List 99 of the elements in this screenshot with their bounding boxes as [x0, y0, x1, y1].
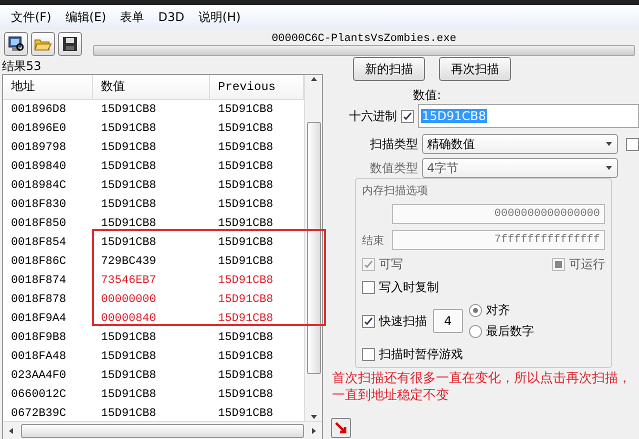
address-cell-text: 0018F878 [10, 292, 68, 308]
hex-label: 十六进制 [348, 108, 397, 124]
column-header[interactable]: 地址 [3, 75, 93, 99]
copy-on-write-checkbox[interactable] [362, 281, 375, 294]
horizontal-scrollbar[interactable] [3, 421, 322, 439]
value-type-label: 数值类型 [369, 160, 418, 176]
value-cell-text: 15D91CB8 [100, 349, 158, 365]
menu-item[interactable]: 说明(H) [191, 8, 248, 26]
address-cell-text: 0672B39C [10, 406, 68, 422]
previous-cell-text: 15D91CB8 [217, 178, 274, 194]
value-cell-text: 15D91CB8 [100, 216, 158, 232]
scan-button[interactable]: 再次扫描 [439, 57, 511, 81]
address-cell-text: 001896D8 [10, 102, 68, 118]
open-folder-icon[interactable] [31, 32, 55, 56]
radio-button[interactable] [469, 325, 482, 338]
up-arrow-icon[interactable] [310, 75, 318, 83]
address-cell-text: 0018F86C [10, 254, 68, 270]
address-cell-text: 023AA4F0 [10, 368, 68, 384]
checkbox[interactable] [626, 138, 639, 150]
previous-cell-text: 15D91CB8 [217, 406, 274, 422]
value-cell-text: 15D91CB8 [100, 330, 158, 346]
value-cell-text: 15D91CB8 [100, 140, 158, 156]
previous-cell-text: 15D91CB8 [217, 102, 274, 118]
previous-cell-text: 15D91CB8 [217, 273, 274, 289]
hex-checkbox[interactable] [401, 110, 414, 122]
down-arrow-icon[interactable] [605, 164, 613, 172]
previous-cell-text: 15D91CB8 [217, 368, 274, 384]
result-count: 结果53 [1, 59, 42, 73]
previous-cell-text: 15D91CB8 [217, 140, 274, 156]
start-field[interactable]: 0000000000000000 [392, 204, 605, 224]
annotation-note: 首次扫描还有很多一直在变化，所以点击再次扫描，一直到地址稳定不变 [332, 370, 632, 404]
menu-item[interactable]: 表单 [113, 8, 152, 26]
option-label: 写入时复制 [379, 279, 439, 296]
down-arrow-icon[interactable] [310, 413, 318, 421]
menu-item[interactable]: 文件(F) [4, 8, 58, 26]
value-cell-text: 15D91CB8 [100, 121, 158, 137]
value-cell-text: 73546EB7 [100, 273, 158, 289]
left-arrow-icon[interactable] [7, 426, 15, 434]
scan-button[interactable]: 新的扫描 [353, 57, 425, 81]
vertical-scrollbar[interactable] [304, 75, 322, 421]
previous-cell-text: 15D91CB8 [217, 216, 274, 232]
computer-icon[interactable] [4, 32, 28, 56]
address-cell-text: 0018FA48 [10, 349, 68, 365]
value-cell-text: 15D91CB8 [100, 102, 158, 118]
menu-item[interactable]: D3D [151, 10, 192, 24]
previous-cell-text: 15D91CB8 [217, 197, 274, 213]
fast-scan-checkbox[interactable] [362, 314, 375, 328]
address-cell-text: 0018F854 [10, 235, 68, 251]
scan-type-label: 扫描类型 [369, 136, 418, 152]
value-cell-text: 15D91CB8 [100, 387, 158, 403]
group-title: 内存扫描选项 [362, 183, 429, 198]
previous-cell-text: 15D91CB8 [217, 121, 274, 137]
value-label: 数值: [413, 87, 442, 104]
save-icon[interactable] [58, 32, 82, 56]
stop-field[interactable]: 7fffffffffffffff [392, 230, 605, 250]
option-label: 扫描时暂停游戏 [379, 346, 463, 363]
previous-cell-text: 15D91CB8 [217, 254, 274, 270]
previous-cell-text: 15D91CB8 [217, 349, 274, 365]
address-cell-text: 0018F850 [10, 216, 68, 232]
previous-cell-text: 15D91CB8 [217, 235, 274, 251]
value-cell-text: 15D91CB8 [100, 178, 158, 194]
menu-item[interactable]: 编辑(E) [58, 8, 114, 26]
address-cell-text: 0018F830 [10, 197, 68, 213]
fast-scan-field[interactable]: 4 [433, 309, 463, 333]
value-cell-text: 15D91CB8 [100, 235, 158, 251]
value-type-dropdown[interactable]: 4字节 [422, 158, 618, 178]
option-label: 可运行 [569, 256, 605, 273]
address-cell-text: 00189798 [10, 140, 68, 156]
option-label: 可写 [379, 256, 403, 273]
value-cell-text: 00000840 [100, 311, 158, 327]
previous-cell-text: 15D91CB8 [217, 330, 274, 346]
radio-button[interactable] [469, 304, 482, 317]
address-cell-text: 0018F9A4 [10, 311, 68, 327]
address-cell-text: 001896E0 [10, 121, 68, 137]
down-arrow-icon[interactable] [605, 140, 613, 148]
value-cell-text: 00000000 [100, 292, 158, 308]
stop-label: 结束 [362, 232, 385, 248]
value-cell-text: 15D91CB8 [100, 368, 158, 384]
value-cell-text: 15D91CB8 [100, 197, 158, 213]
previous-cell-text: 15D91CB8 [217, 159, 274, 175]
value-cell-text: 15D91CB8 [100, 406, 158, 422]
previous-cell-text: 15D91CB8 [217, 387, 274, 403]
address-cell-text: 0018F874 [10, 273, 68, 289]
address-cell-text: 0660012C [10, 387, 68, 403]
address-cell-text: 0018F9B8 [10, 330, 68, 346]
process-title: 00000C6C-PlantsVsZombies.exe [272, 32, 456, 44]
option-label: 快速扫描 [379, 312, 427, 330]
previous-cell-text: 15D91CB8 [217, 292, 274, 308]
column-header[interactable]: 数值 [93, 75, 210, 99]
option-label: 最后数字 [486, 323, 534, 340]
scan-type-dropdown[interactable]: 精确数值 [422, 134, 618, 154]
value-cell-text: 15D91CB8 [100, 159, 158, 175]
address-cell-text: 0018984C [10, 178, 68, 194]
right-arrow-icon[interactable] [310, 426, 318, 434]
pause-checkbox[interactable] [362, 348, 375, 361]
value-cell-text: 729BC439 [100, 254, 158, 270]
previous-cell-text: 15D91CB8 [217, 311, 274, 327]
option-label: 对齐 [486, 302, 510, 319]
address-cell-text: 00189840 [10, 159, 68, 175]
